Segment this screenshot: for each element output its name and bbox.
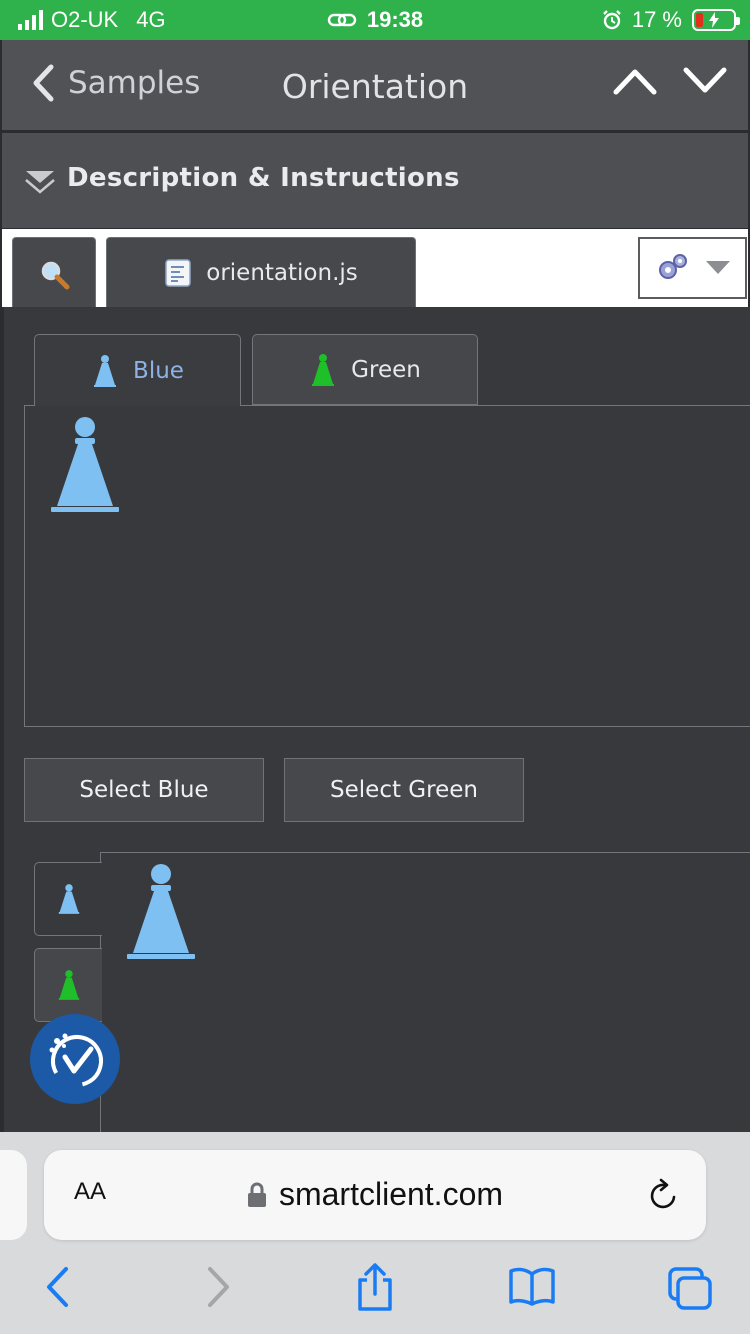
down-chevron-icon[interactable] — [682, 66, 728, 96]
green-pawn-icon — [58, 970, 79, 1000]
tabs-icon — [668, 1267, 712, 1310]
tab-pane-left — [100, 852, 750, 1132]
previous-tab-peek[interactable] — [0, 1150, 27, 1240]
collapse-triangle-icon — [25, 171, 55, 194]
share-button[interactable] — [354, 1262, 396, 1316]
up-chevron-icon[interactable] — [612, 66, 658, 96]
browser-back-button[interactable] — [44, 1266, 70, 1312]
blue-pawn-icon — [58, 884, 79, 914]
blue-pawn-icon — [94, 354, 117, 387]
tab-orientation-js[interactable]: orientation.js — [106, 237, 416, 307]
select-blue-button[interactable]: Select Blue — [24, 758, 264, 822]
side-tab-green[interactable] — [34, 948, 102, 1022]
dropdown-caret-icon — [705, 261, 730, 274]
link-icon — [327, 13, 357, 27]
address-bar[interactable]: AA smartclient.com — [44, 1150, 706, 1240]
forward-icon — [208, 1267, 229, 1307]
gear-icon — [658, 254, 687, 279]
status-right: 17 % — [602, 7, 740, 33]
side-tab-blue[interactable] — [34, 862, 102, 936]
accessibility-badge[interactable] — [30, 1014, 120, 1104]
file-tab-label: orientation.js — [206, 259, 358, 286]
tab-search[interactable] — [12, 237, 96, 307]
settings-menu-button[interactable] — [638, 237, 747, 299]
bookmarks-button[interactable] — [508, 1266, 556, 1310]
reload-icon[interactable] — [648, 1178, 680, 1212]
tab-pane-top — [24, 405, 750, 727]
battery-percent: 17 % — [631, 7, 682, 32]
alarm-icon — [602, 10, 621, 30]
blue-pawn-icon — [51, 417, 119, 512]
url-display[interactable]: smartclient.com — [44, 1176, 706, 1216]
nav-bar: Samples Orientation — [2, 40, 748, 130]
js-file-icon — [165, 258, 191, 287]
tab-green[interactable]: Green — [252, 334, 478, 405]
tab-blue[interactable]: Blue — [34, 334, 241, 406]
nav-arrows — [612, 66, 728, 96]
description-label: Description & Instructions — [67, 163, 460, 193]
tabs-button[interactable] — [666, 1266, 714, 1316]
tab-blue-label: Blue — [133, 357, 184, 384]
tab-green-label: Green — [351, 356, 421, 383]
browser-toolbar — [0, 1262, 750, 1322]
lock-icon — [247, 1182, 266, 1207]
blue-pawn-icon — [127, 864, 195, 959]
status-bar: O2-UK 4G 19:38 17 % — [0, 0, 750, 40]
green-pawn-icon — [312, 353, 335, 386]
accessibility-badge-icon — [49, 1033, 103, 1087]
bookmarks-icon — [509, 1267, 555, 1306]
back-icon — [47, 1267, 68, 1307]
magnifier-icon — [41, 261, 70, 290]
clock: 19:38 — [366, 7, 424, 32]
url-text: smartclient.com — [278, 1176, 504, 1212]
share-icon — [358, 1263, 392, 1311]
description-bar[interactable]: Description & Instructions — [2, 133, 748, 228]
battery-icon — [692, 9, 740, 31]
browser-forward-button[interactable] — [206, 1266, 232, 1312]
select-green-button[interactable]: Select Green — [284, 758, 524, 822]
